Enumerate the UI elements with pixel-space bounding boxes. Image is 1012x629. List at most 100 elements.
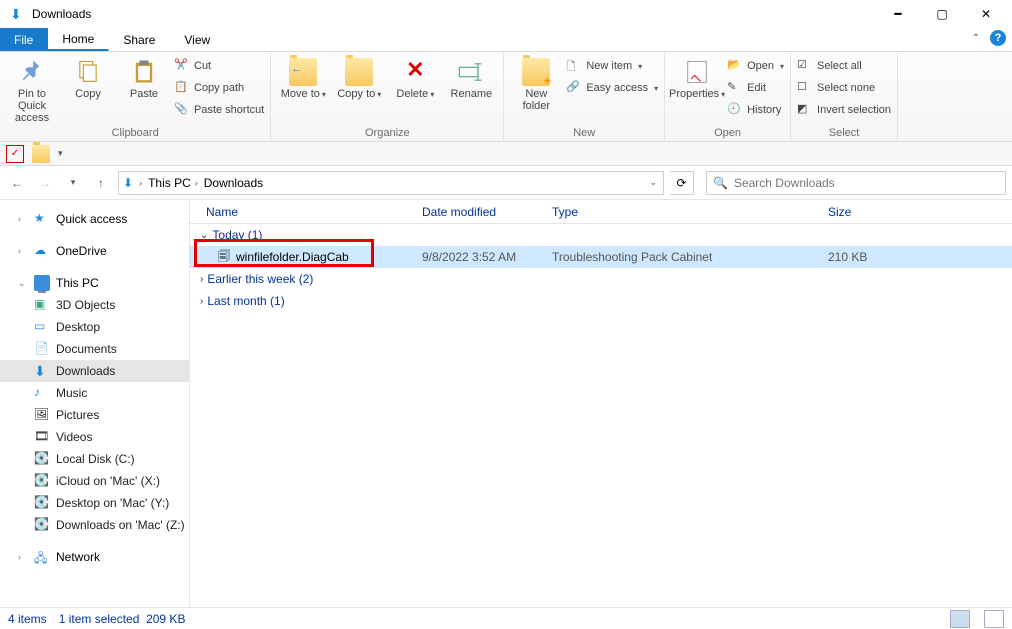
cloud-icon: ☁ [34, 243, 50, 259]
file-row[interactable]: 🗐winfilefolder.DiagCab 9/8/2022 3:52 AM … [190, 246, 1012, 268]
open-button[interactable]: 📂Open▾ [727, 56, 784, 76]
rename-button[interactable]: Rename [445, 54, 497, 100]
maximize-button[interactable]: ▢ [920, 0, 964, 28]
tree-downloads[interactable]: ⬇Downloads [0, 360, 189, 382]
select-all-icon: ☑ [797, 58, 813, 74]
edit-icon: ✎ [727, 80, 743, 96]
file-name: winfilefolder.DiagCab [236, 250, 349, 264]
file-size: 210 KB [828, 250, 908, 264]
ribbon-group-clipboard: Pin to Quick access Copy Paste ✂️Cut 📋Co… [0, 52, 271, 141]
tab-home[interactable]: Home [48, 28, 109, 51]
group-last-month[interactable]: ›Last month (1) [190, 290, 1012, 312]
copy-path-button[interactable]: 📋Copy path [174, 78, 264, 98]
tree-pictures[interactable]: 🖼Pictures [0, 404, 189, 426]
tree-local-disk[interactable]: 💽Local Disk (C:) [0, 448, 189, 470]
refresh-button[interactable]: ⟳ [670, 171, 694, 195]
copy-button[interactable]: Copy [62, 54, 114, 100]
properties-button[interactable]: Properties▾ [671, 54, 723, 100]
recent-locations-button[interactable]: ▾ [62, 172, 84, 194]
view-details-button[interactable] [950, 610, 970, 628]
status-selection: 1 item selected [59, 612, 140, 626]
column-type[interactable]: Type [552, 205, 828, 219]
app-icon: ⬇ [10, 6, 26, 22]
tree-icloud[interactable]: 💽iCloud on 'Mac' (X:) [0, 470, 189, 492]
address-dropdown-icon[interactable]: ⌄ [649, 177, 657, 188]
move-to-button[interactable]: ← Move to▾ [277, 54, 329, 100]
history-button[interactable]: 🕘History [727, 100, 784, 120]
videos-icon: 🎞 [34, 429, 50, 445]
select-all-button[interactable]: ☑Select all [797, 56, 891, 76]
tree-videos[interactable]: 🎞Videos [0, 426, 189, 448]
tab-view[interactable]: View [170, 28, 225, 51]
forward-button[interactable]: → [34, 172, 56, 194]
tree-downloads-mac[interactable]: 💽Downloads on 'Mac' (Z:) [0, 514, 189, 536]
group-earlier-week[interactable]: ›Earlier this week (2) [190, 268, 1012, 290]
copy-path-icon: 📋 [174, 80, 190, 96]
group-label: Select [797, 125, 891, 141]
documents-icon: 📄 [34, 341, 50, 357]
tree-music[interactable]: ♪Music [0, 382, 189, 404]
3d-icon: ▣ [34, 297, 50, 313]
group-today[interactable]: ⌄Today (1) [190, 224, 1012, 246]
qat-checkbox-icon[interactable]: ✓ [6, 145, 24, 163]
column-name[interactable]: Name [190, 205, 422, 219]
delete-button[interactable]: ✕ Delete▾ [389, 54, 441, 100]
paste-button[interactable]: Paste [118, 54, 170, 100]
new-folder-button[interactable]: ✦ New folder [510, 54, 562, 112]
tree-3d-objects[interactable]: ▣3D Objects [0, 294, 189, 316]
up-button[interactable]: ↑ [90, 172, 112, 194]
status-item-count: 4 items [8, 612, 47, 626]
tab-file[interactable]: File [0, 28, 48, 51]
pin-icon [18, 58, 46, 86]
breadcrumb-downloads[interactable]: Downloads [204, 176, 263, 190]
column-size[interactable]: Size [828, 205, 908, 219]
column-date[interactable]: Date modified [422, 205, 552, 219]
close-button[interactable]: ✕ [964, 0, 1008, 28]
cut-button[interactable]: ✂️Cut [174, 56, 264, 76]
copy-to-icon [345, 58, 373, 86]
status-bar: 4 items 1 item selected 209 KB [0, 607, 1012, 629]
tree-quick-access[interactable]: ›★Quick access [0, 208, 189, 230]
tree-this-pc[interactable]: ⌄This PC [0, 272, 189, 294]
easy-access-button[interactable]: 🔗Easy access▾ [566, 78, 658, 98]
history-icon: 🕘 [727, 102, 743, 118]
file-date: 9/8/2022 3:52 AM [422, 250, 552, 264]
pin-quick-access-button[interactable]: Pin to Quick access [6, 54, 58, 124]
minimize-button[interactable]: ━ [876, 0, 920, 28]
copy-to-button[interactable]: Copy to▾ [333, 54, 385, 100]
group-label: New [510, 125, 658, 141]
network-drive-icon: 💽 [34, 495, 50, 511]
collapse-ribbon-icon[interactable]: ⌃ [972, 33, 980, 44]
search-box[interactable]: 🔍 [706, 171, 1006, 195]
group-label: Clipboard [6, 125, 264, 141]
qat-dropdown-icon[interactable]: ▾ [58, 148, 63, 159]
help-icon[interactable]: ? [990, 30, 1006, 46]
select-none-button[interactable]: ☐Select none [797, 78, 891, 98]
ribbon-group-open: Properties▾ 📂Open▾ ✎Edit 🕘History Open [665, 52, 791, 141]
group-label: Organize [277, 125, 497, 141]
downloads-icon: ⬇ [34, 363, 50, 379]
paste-shortcut-button[interactable]: 📎Paste shortcut [174, 100, 264, 120]
breadcrumb-thispc[interactable]: This PC› [148, 176, 200, 190]
tree-network[interactable]: ›🖧Network [0, 546, 189, 568]
search-input[interactable] [734, 176, 999, 190]
chevron-down-icon: ⌄ [200, 230, 208, 241]
column-headers: Name Date modified Type Size [190, 200, 1012, 224]
new-item-button[interactable]: 🗋New item▾ [566, 56, 658, 76]
status-size: 209 KB [146, 612, 185, 626]
qat-folder-icon[interactable] [32, 145, 50, 163]
copy-label: Copy [75, 88, 101, 100]
ribbon-group-new: ✦ New folder 🗋New item▾ 🔗Easy access▾ Ne… [504, 52, 665, 141]
edit-button[interactable]: ✎Edit [727, 78, 784, 98]
network-icon: 🖧 [34, 549, 50, 565]
address-bar[interactable]: ⬇ › This PC› Downloads ⌄ [118, 171, 664, 195]
view-large-button[interactable] [984, 610, 1004, 628]
invert-selection-button[interactable]: ◩Invert selection [797, 100, 891, 120]
tree-onedrive[interactable]: ›☁OneDrive [0, 240, 189, 262]
tree-documents[interactable]: 📄Documents [0, 338, 189, 360]
tab-share[interactable]: Share [109, 28, 170, 51]
tree-desktop[interactable]: ▭Desktop [0, 316, 189, 338]
tree-desktop-mac[interactable]: 💽Desktop on 'Mac' (Y:) [0, 492, 189, 514]
back-button[interactable]: ← [6, 172, 28, 194]
navigation-tree: ›★Quick access ›☁OneDrive ⌄This PC ▣3D O… [0, 200, 190, 607]
